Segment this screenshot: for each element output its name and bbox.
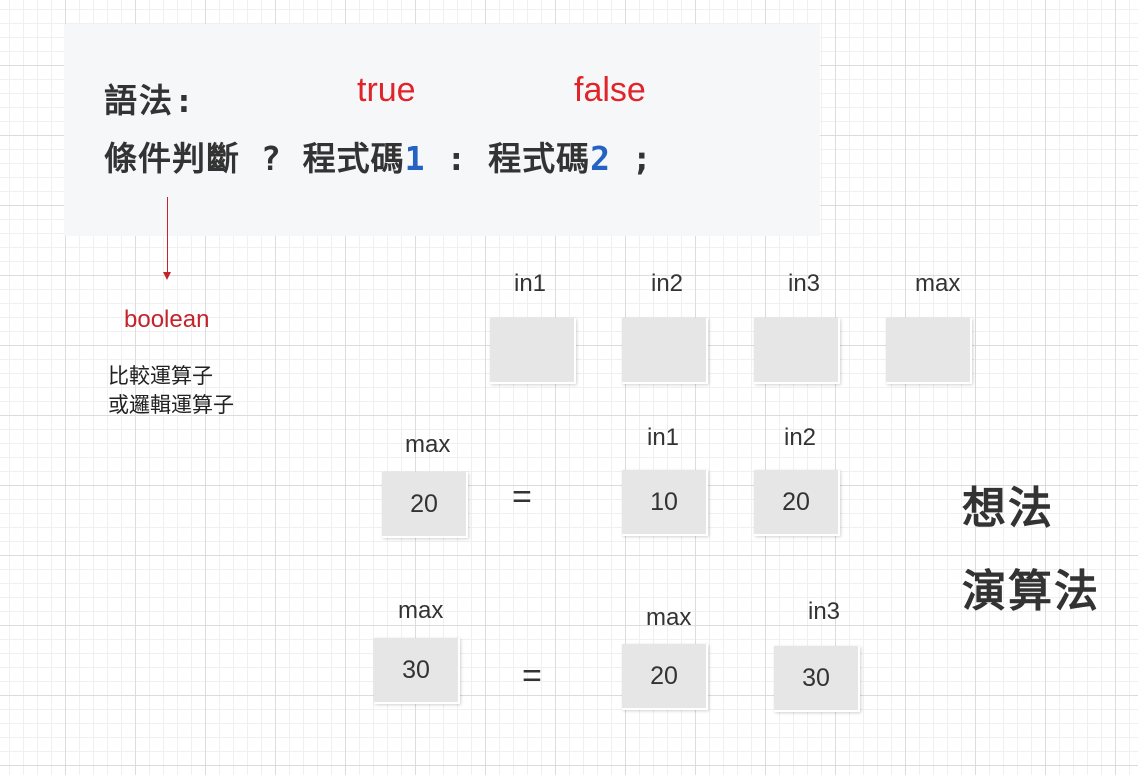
var-box-in1 (490, 318, 576, 384)
step2-right-box: 30 (774, 646, 860, 712)
syntax-condition: 條件判斷 (104, 139, 240, 178)
syntax-panel (64, 24, 820, 236)
step1-target-label: max (405, 431, 451, 458)
var-label-in1: in1 (514, 270, 547, 297)
algorithm-label: 演算法 (962, 566, 1100, 617)
boolean-label: boolean (124, 306, 210, 333)
step1-right-label: in2 (784, 424, 817, 451)
step2-target-label: max (398, 597, 444, 624)
var-label-in3: in3 (788, 270, 821, 297)
syntax-label: 語法: (104, 81, 196, 120)
down-arrow-line (167, 197, 168, 275)
step2-equals: = (522, 657, 542, 695)
syntax-colon: : (446, 139, 468, 178)
step1-left-box: 10 (622, 470, 708, 536)
syntax-semicolon: ; (631, 139, 653, 178)
idea-label: 想法 (962, 483, 1054, 534)
var-box-in2 (622, 318, 708, 384)
step2-target-box: 30 (374, 638, 460, 704)
step1-right-box: 20 (754, 470, 840, 536)
step1-target-box: 20 (382, 472, 468, 538)
step1-left-label: in1 (647, 424, 680, 451)
step2-left-label: max (646, 604, 692, 631)
var-label-in2: in2 (651, 270, 684, 297)
syntax-num2: 2 (590, 139, 611, 178)
true-label: true (357, 71, 416, 109)
syntax-code1: 程式碼 (302, 139, 405, 178)
syntax-code2: 程式碼 (488, 139, 591, 178)
step2-right-label: in3 (808, 598, 841, 625)
logical-operator-note: 或邏輯運算子 (108, 393, 234, 417)
step1-equals: = (512, 478, 532, 516)
false-label: false (574, 71, 646, 109)
syntax-num1: 1 (404, 139, 426, 178)
step2-left-box: 20 (622, 644, 708, 710)
var-box-max (886, 318, 972, 384)
var-box-in3 (754, 318, 840, 384)
syntax-expression: 條件判斷 ? 程式碼1 : 程式碼2 ; (104, 132, 653, 180)
var-label-max: max (915, 270, 961, 297)
arrow-down-icon (163, 272, 171, 280)
syntax-question-mark: ? (260, 139, 282, 178)
comparison-operator-note: 比較運算子 (108, 364, 213, 388)
